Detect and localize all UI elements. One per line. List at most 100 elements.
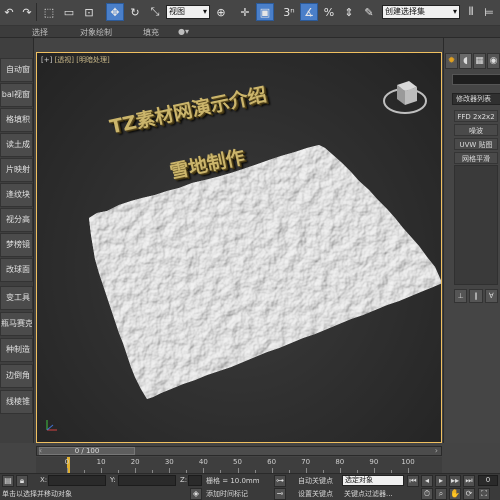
zoom-icon[interactable]: ⌕ (435, 488, 447, 500)
track-tick-label: 100 (401, 458, 415, 466)
pin-stack-icon[interactable]: ⊥ (454, 289, 468, 303)
left-tool-item[interactable]: 线棱锥 (0, 390, 33, 414)
keyboard-shortcut-icon[interactable]: ▣ (256, 3, 274, 21)
pan-view-icon[interactable]: ✋ (449, 488, 461, 500)
track-tick-label: 50 (233, 458, 242, 466)
key-filters-button[interactable]: 关键点过滤器... (344, 489, 393, 499)
modify-tab-icon[interactable]: ◖ (459, 53, 472, 69)
perspective-viewport[interactable]: [+] [透视] [明暗处理] TZ素材网演示介绍 雪地制作 (36, 52, 442, 443)
left-tool-item[interactable]: 逢纹块 (0, 183, 33, 207)
window-crossing-icon[interactable]: ⊡ (80, 3, 98, 21)
ribbon-options-icon[interactable]: ●▾ (178, 27, 189, 36)
left-tool-item[interactable]: 读土成 (0, 133, 33, 157)
modifier-stack-item[interactable]: UVW 贴图 (454, 138, 498, 150)
x-coordinate-field[interactable] (48, 475, 106, 486)
left-tool-item[interactable]: 变工具 (0, 286, 33, 310)
track-tick-label: 10 (96, 458, 106, 466)
left-tool-item[interactable]: 片映射 (0, 158, 33, 182)
hierarchy-tab-icon[interactable]: ▦ (473, 53, 486, 69)
pivot-center-icon[interactable]: ⊕ (212, 3, 230, 21)
modifier-stack-item[interactable]: 噪波 (454, 124, 498, 136)
object-name-field[interactable] (452, 74, 500, 85)
select-rotate-icon[interactable]: ↻ (126, 3, 144, 21)
track-tick-label: 0 (64, 458, 70, 466)
prompt-line: 单击以选择并移动对象 (2, 490, 72, 498)
named-selection-dropdown[interactable]: 创建选择集 (382, 5, 460, 19)
modifier-stack-list[interactable] (454, 165, 498, 285)
set-key-button[interactable]: 设置关键点 (298, 489, 333, 499)
y-coordinate-field[interactable] (118, 475, 176, 486)
ribbon-tab-object-paint[interactable]: 对象绘制 (80, 27, 112, 38)
reference-coordinate-dropdown[interactable]: 视图 (166, 5, 210, 19)
time-slider[interactable]: 0 / 100 ‹ › (36, 446, 442, 456)
key-mode-icon[interactable]: ⊶ (274, 475, 286, 487)
track-tick-label: 20 (130, 458, 140, 466)
z-coordinate-label: Z: (180, 476, 188, 484)
select-manipulate-icon[interactable]: ✛ (236, 3, 254, 21)
snap-value: 3 (283, 5, 291, 19)
make-unique-icon[interactable]: ∀ (484, 289, 498, 303)
ribbon-tab-populate[interactable]: 填充 (143, 27, 159, 38)
select-object-icon[interactable]: ⬚ (40, 3, 58, 21)
toolbar-separator (36, 3, 37, 21)
percent-snap-icon[interactable]: % (320, 3, 338, 21)
current-frame-field[interactable]: 0 (478, 475, 498, 486)
select-move-icon[interactable]: ✥ (106, 3, 124, 21)
angle-snap-icon[interactable]: ∡ (300, 3, 318, 21)
motion-tab-icon[interactable]: ◉ (487, 53, 500, 69)
modifier-list-dropdown[interactable]: 修改器列表 (452, 93, 500, 105)
left-tool-item[interactable]: 自动窗 (0, 58, 33, 82)
select-region-icon[interactable]: ▭ (60, 3, 78, 21)
next-frame-icon[interactable]: › (435, 446, 438, 455)
prev-frame-icon[interactable]: ‹ (39, 446, 42, 455)
z-coordinate-field[interactable] (188, 475, 202, 486)
left-tool-item[interactable]: 种制造 (0, 338, 33, 362)
left-tool-item[interactable]: 边倒角 (0, 364, 33, 388)
command-panel-tabs: ✹ ◖ ▦ ◉ (445, 53, 500, 69)
undo-icon[interactable]: ↶ (0, 3, 18, 21)
status-bar: ▤ 🔒︎ X: Y: Z: 栅格 = 10.0mm ⊶ 自动关键点 选定对象 ⏮… (0, 473, 500, 500)
viewcube-icon[interactable] (381, 73, 429, 117)
next-key-icon[interactable]: ▸▸ (449, 475, 461, 487)
lock-selection-icon[interactable]: 🔒︎ (16, 475, 28, 487)
left-tool-item[interactable]: 梦榜镜 (0, 233, 33, 257)
time-tag-icon[interactable]: ◈ (190, 488, 202, 500)
time-config-icon[interactable]: ⏱ (421, 488, 433, 500)
play-icon[interactable]: ▸ (435, 475, 447, 487)
stack-buttons: ⊥ ‖ ∀ (454, 289, 498, 303)
goto-end-icon[interactable]: ⏭ (463, 475, 475, 487)
ribbon-tab-selection[interactable]: 选择 (32, 27, 48, 38)
maximize-viewport-icon[interactable]: ⛶ (478, 488, 490, 500)
prev-key-icon[interactable]: ◂ (421, 475, 433, 487)
set-key-icon[interactable]: ⊸ (274, 488, 286, 500)
goto-start-icon[interactable]: ⏮ (407, 475, 419, 487)
selection-set-dropdown[interactable]: 选定对象 (342, 475, 404, 486)
auto-key-button[interactable]: 自动关键点 (298, 476, 333, 486)
left-tool-item[interactable]: 改球面 (0, 258, 33, 282)
modifier-stack-item[interactable]: FFD 2x2x2 (454, 110, 498, 122)
main-toolbar: ↶ ↷ ⬚ ▭ ⊡ ✥ ↻ ⤡ 视图 ⊕ ✛ ▣ 3ⁿ ∡ % ⇕ ✎ 创建选择… (0, 0, 500, 26)
redo-icon[interactable]: ↷ (18, 3, 36, 21)
create-tab-icon[interactable]: ✹ (445, 53, 458, 69)
track-bar[interactable]: 0 10 20 30 40 50 60 70 80 90 100 (36, 457, 442, 473)
mirror-icon[interactable]: ⫴ (462, 3, 480, 21)
track-tick-label: 60 (267, 458, 277, 466)
track-tick-label: 40 (198, 458, 208, 466)
modifier-stack-item[interactable]: 网格平滑 (454, 152, 498, 164)
select-scale-icon[interactable]: ⤡ (146, 3, 164, 21)
left-tool-item[interactable]: 瓶马赛克 (0, 312, 33, 336)
left-tool-item[interactable]: 格填积 (0, 108, 33, 132)
track-tick-label: 90 (369, 458, 379, 466)
left-tool-item[interactable]: bal视窗 (0, 83, 33, 107)
time-slider-thumb[interactable]: 0 / 100 (39, 447, 135, 455)
grid-size-label: 栅格 = 10.0mm (206, 477, 260, 485)
left-tool-item[interactable]: 视分高 (0, 208, 33, 232)
align-icon[interactable]: ⊨ (480, 3, 498, 21)
spinner-snap-icon[interactable]: ⇕ (340, 3, 358, 21)
add-time-tag-button[interactable]: 添加时间标记 (206, 489, 248, 499)
snap-toggle-icon[interactable]: 3ⁿ (280, 3, 298, 21)
orbit-icon[interactable]: ⟳ (463, 488, 475, 500)
show-end-result-icon[interactable]: ‖ (469, 289, 483, 303)
edit-named-selection-icon[interactable]: ✎ (360, 3, 378, 21)
maxscript-listener-icon[interactable]: ▤ (2, 475, 14, 487)
